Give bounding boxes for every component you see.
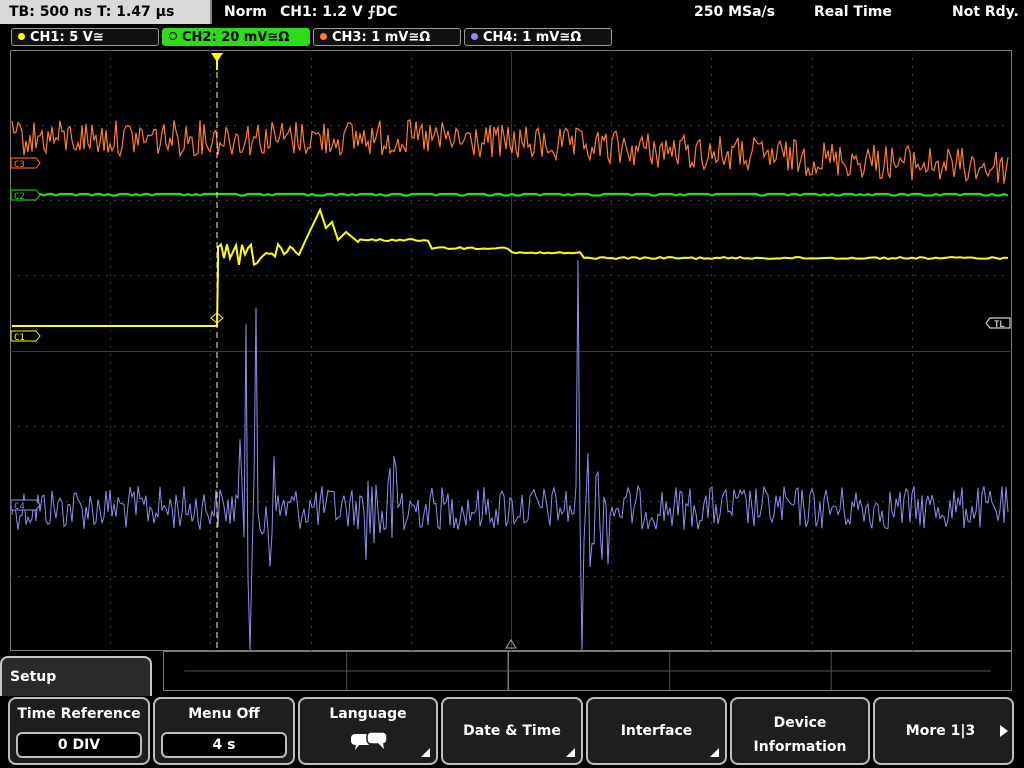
time-reference-value[interactable]: 0 DIV bbox=[16, 732, 142, 758]
interface-softkey[interactable]: Interface bbox=[586, 697, 727, 765]
timeline-strip bbox=[163, 651, 1012, 691]
timebase-readout[interactable]: TB: 500 ns T: 1.47 µs bbox=[0, 0, 212, 24]
svg-text:C2: C2 bbox=[14, 192, 25, 202]
submenu-indicator-icon bbox=[421, 748, 430, 757]
menu-off-label: Menu Off bbox=[188, 706, 260, 722]
menu-title: Setup bbox=[0, 656, 152, 696]
trigger-level-marker: TL bbox=[985, 317, 1011, 330]
channel-4-tab[interactable]: CH4: 1 mV≅Ω bbox=[464, 28, 612, 46]
trigger-mode[interactable]: Norm bbox=[224, 0, 267, 24]
channel-2-trace bbox=[11, 192, 1009, 197]
next-page-arrow-icon bbox=[1000, 725, 1008, 737]
channel-1-dot-icon bbox=[18, 33, 25, 40]
more-softkey[interactable]: More 1|3 bbox=[873, 697, 1014, 765]
menu-off-value[interactable]: 4 s bbox=[161, 732, 287, 758]
waveform-canvas[interactable]: C3 C2 C1 C4 TL bbox=[10, 50, 1012, 651]
submenu-indicator-icon bbox=[710, 748, 719, 757]
channel-3-ref-marker: C3 bbox=[10, 157, 41, 170]
device-information-softkey[interactable]: Device Information bbox=[730, 697, 870, 765]
channel-1-ref-marker: C1 bbox=[10, 330, 41, 343]
svg-text:C1: C1 bbox=[14, 333, 25, 343]
svg-text:C4: C4 bbox=[14, 502, 25, 512]
sample-rate: 250 MSa/s bbox=[694, 4, 776, 20]
channel-4-trace bbox=[11, 259, 1009, 651]
language-softkey[interactable]: Language bbox=[298, 697, 438, 765]
channel-3-label: CH3: 1 mV≅Ω bbox=[332, 30, 431, 45]
time-reference-label: Time Reference bbox=[17, 706, 141, 722]
language-label: Language bbox=[329, 706, 407, 722]
channel-4-dot-icon bbox=[471, 33, 478, 40]
channel-3-dot-icon bbox=[320, 33, 327, 40]
channel-4-ref-marker: C4 bbox=[10, 499, 41, 512]
date-time-softkey[interactable]: Date & Time bbox=[441, 697, 583, 765]
channel-1-tab[interactable]: CH1: 5 V≅ bbox=[11, 28, 159, 46]
status-bar: TB: 500 ns T: 1.47 µs Norm CH1: 1.2 V ⨍D… bbox=[0, 0, 1024, 26]
time-reference-softkey[interactable]: Time Reference 0 DIV bbox=[8, 697, 150, 765]
channel-1-label: CH1: 5 V≅ bbox=[30, 30, 104, 45]
channel-2-label: CH2: 20 mV≅Ω bbox=[182, 30, 290, 45]
more-label: More 1|3 bbox=[905, 723, 976, 739]
channel-4-label: CH4: 1 mV≅Ω bbox=[483, 30, 582, 45]
channel-3-tab[interactable]: CH3: 1 mV≅Ω bbox=[313, 28, 461, 46]
menu-off-softkey[interactable]: Menu Off 4 s bbox=[153, 697, 295, 765]
channel-1-trace bbox=[12, 207, 1009, 327]
trigger-state: Not Rdy. bbox=[952, 4, 1019, 20]
channel-3-trace bbox=[11, 119, 1009, 184]
acquisition-mode: Real Time bbox=[814, 4, 892, 20]
svg-text:TL: TL bbox=[994, 320, 1005, 330]
date-time-label: Date & Time bbox=[463, 723, 561, 739]
trigger-source[interactable]: CH1: 1.2 V ⨍DC bbox=[280, 0, 397, 24]
channel-2-tab[interactable]: CH2: 20 mV≅Ω bbox=[162, 28, 310, 46]
channel-2-dot-icon bbox=[169, 32, 177, 40]
svg-text:C3: C3 bbox=[14, 160, 25, 170]
speech-bubbles-icon bbox=[351, 731, 388, 750]
device-information-label: Device Information bbox=[753, 715, 847, 755]
interface-label: Interface bbox=[620, 723, 693, 739]
channel-2-ref-marker: C2 bbox=[10, 189, 41, 202]
submenu-indicator-icon bbox=[566, 748, 575, 757]
